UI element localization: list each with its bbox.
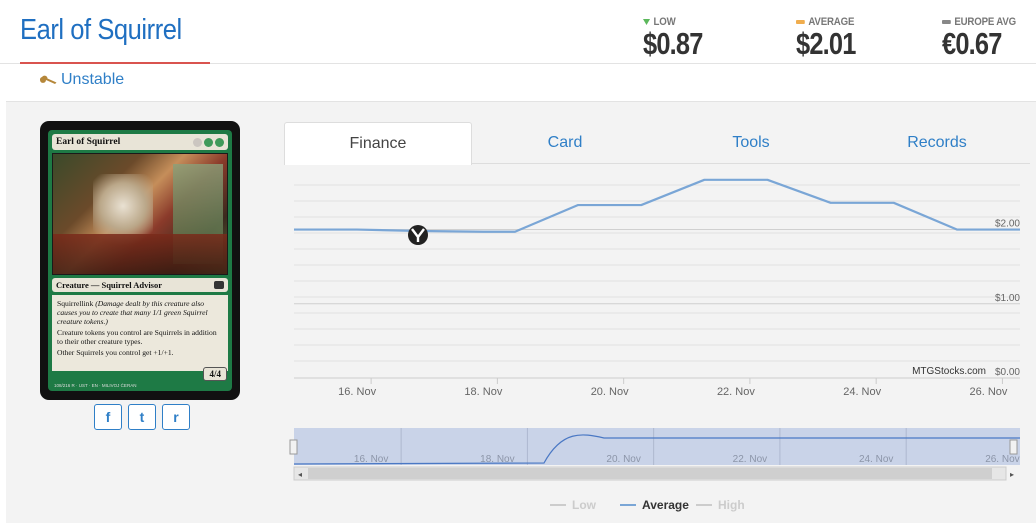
set-name[interactable]: Unstable bbox=[61, 71, 124, 89]
tab-tools[interactable]: Tools bbox=[658, 122, 844, 163]
y-tick-label: $2.00 bbox=[995, 219, 1020, 230]
rules-line-3: Other Squirrels you control get +1/+1. bbox=[57, 348, 174, 357]
rules-keyword: Squirrellink bbox=[57, 299, 94, 308]
page-header: Earl of Squirrel LOW $0.87 AVERAGE $2.01… bbox=[0, 0, 1036, 64]
x-tick-label: 22. Nov bbox=[717, 386, 755, 398]
facebook-share-button[interactable]: f bbox=[94, 404, 122, 430]
facebook-icon: f bbox=[105, 409, 111, 425]
set-symbol-icon bbox=[214, 281, 224, 289]
price-europe-value: €0.67 bbox=[942, 26, 1002, 61]
price-average-value: $2.01 bbox=[796, 26, 856, 61]
price-average: AVERAGE $2.01 bbox=[796, 16, 869, 62]
x-tick-label: 20. Nov bbox=[591, 386, 629, 398]
navigator-scrollbar-thumb[interactable] bbox=[308, 468, 992, 479]
dash-icon bbox=[942, 20, 951, 24]
card-image-name: Earl of Squirrel bbox=[56, 137, 121, 147]
navigator-label: 26. Nov bbox=[985, 454, 1019, 465]
card-image: Earl of Squirrel Creature — Squirrel Adv… bbox=[40, 121, 240, 400]
legend-item[interactable]: Average bbox=[642, 498, 689, 512]
rules-line-2: Creature tokens you control are Squirrel… bbox=[57, 328, 217, 346]
y-tick-label: $1.00 bbox=[995, 293, 1020, 304]
twitter-share-button[interactable]: t bbox=[128, 404, 156, 430]
reddit-icon: r bbox=[173, 409, 179, 425]
share-buttons: f t r bbox=[94, 404, 190, 430]
card-typebar: Creature — Squirrel Advisor bbox=[52, 278, 228, 292]
x-tick-label: 18. Nov bbox=[464, 386, 502, 398]
page-title: Earl of Squirrel bbox=[20, 14, 182, 46]
card-type-line: Creature — Squirrel Advisor bbox=[56, 280, 163, 290]
tab-bar: Finance Card Tools Records bbox=[284, 122, 1030, 165]
card-footer: 108/216 R · UST · EN · MILIVOJ ĆERAN bbox=[54, 383, 137, 388]
card-art bbox=[52, 153, 228, 275]
navigator-label: 20. Nov bbox=[606, 454, 640, 465]
set-link[interactable]: Unstable bbox=[40, 71, 124, 89]
card-power-toughness: 4/4 bbox=[203, 367, 227, 381]
dash-icon bbox=[796, 20, 805, 24]
tab-records[interactable]: Records bbox=[844, 122, 1030, 163]
title-underline bbox=[20, 62, 210, 64]
price-chart-svg: $2.00 $1.00 $0.00 16. Nov 18. Nov 20. Nov 22.… bbox=[289, 178, 1033, 512]
navigator-label: 22. Nov bbox=[733, 454, 767, 465]
price-low-value: $0.87 bbox=[643, 26, 703, 61]
y-tick-label: $0.00 bbox=[995, 367, 1020, 378]
navigator-left-handle[interactable] bbox=[289, 439, 298, 455]
tab-card[interactable]: Card bbox=[472, 122, 658, 163]
navigator-right-handle[interactable] bbox=[1009, 439, 1018, 455]
card-frame: Earl of Squirrel Creature — Squirrel Adv… bbox=[48, 130, 232, 391]
navigator-mask[interactable] bbox=[294, 428, 1020, 465]
scroll-right-arrow-icon[interactable]: ▸ bbox=[1010, 470, 1014, 479]
mana-cost-icon bbox=[193, 137, 224, 147]
x-tick-label: 24. Nov bbox=[843, 386, 881, 398]
series-line-average[interactable] bbox=[294, 178, 1020, 233]
navigator-label: 24. Nov bbox=[859, 454, 893, 465]
chart-credit[interactable]: MTGStocks.com bbox=[912, 366, 986, 377]
scroll-left-arrow-icon[interactable]: ◂ bbox=[298, 470, 302, 479]
x-tick-label: 16. Nov bbox=[338, 386, 376, 398]
legend-item[interactable]: High bbox=[718, 498, 745, 512]
legend-item[interactable]: Low bbox=[572, 498, 597, 512]
card-namebar: Earl of Squirrel bbox=[52, 134, 228, 150]
price-europe: EUROPE AVG €0.67 bbox=[942, 16, 1026, 62]
wrench-icon bbox=[40, 74, 58, 86]
price-chart: $2.00 $1.00 $0.00 16. Nov 18. Nov 20. Nov 22.… bbox=[284, 165, 1033, 523]
tab-finance[interactable]: Finance bbox=[284, 122, 472, 165]
reddit-share-button[interactable]: r bbox=[162, 404, 190, 430]
x-tick-label: 26. Nov bbox=[969, 386, 1007, 398]
price-low: LOW $0.87 bbox=[643, 16, 716, 62]
card-rules-text: Squirrellink (Damage dealt by this creat… bbox=[52, 295, 228, 371]
twitter-icon: t bbox=[139, 409, 145, 425]
down-arrow-icon bbox=[643, 19, 651, 25]
